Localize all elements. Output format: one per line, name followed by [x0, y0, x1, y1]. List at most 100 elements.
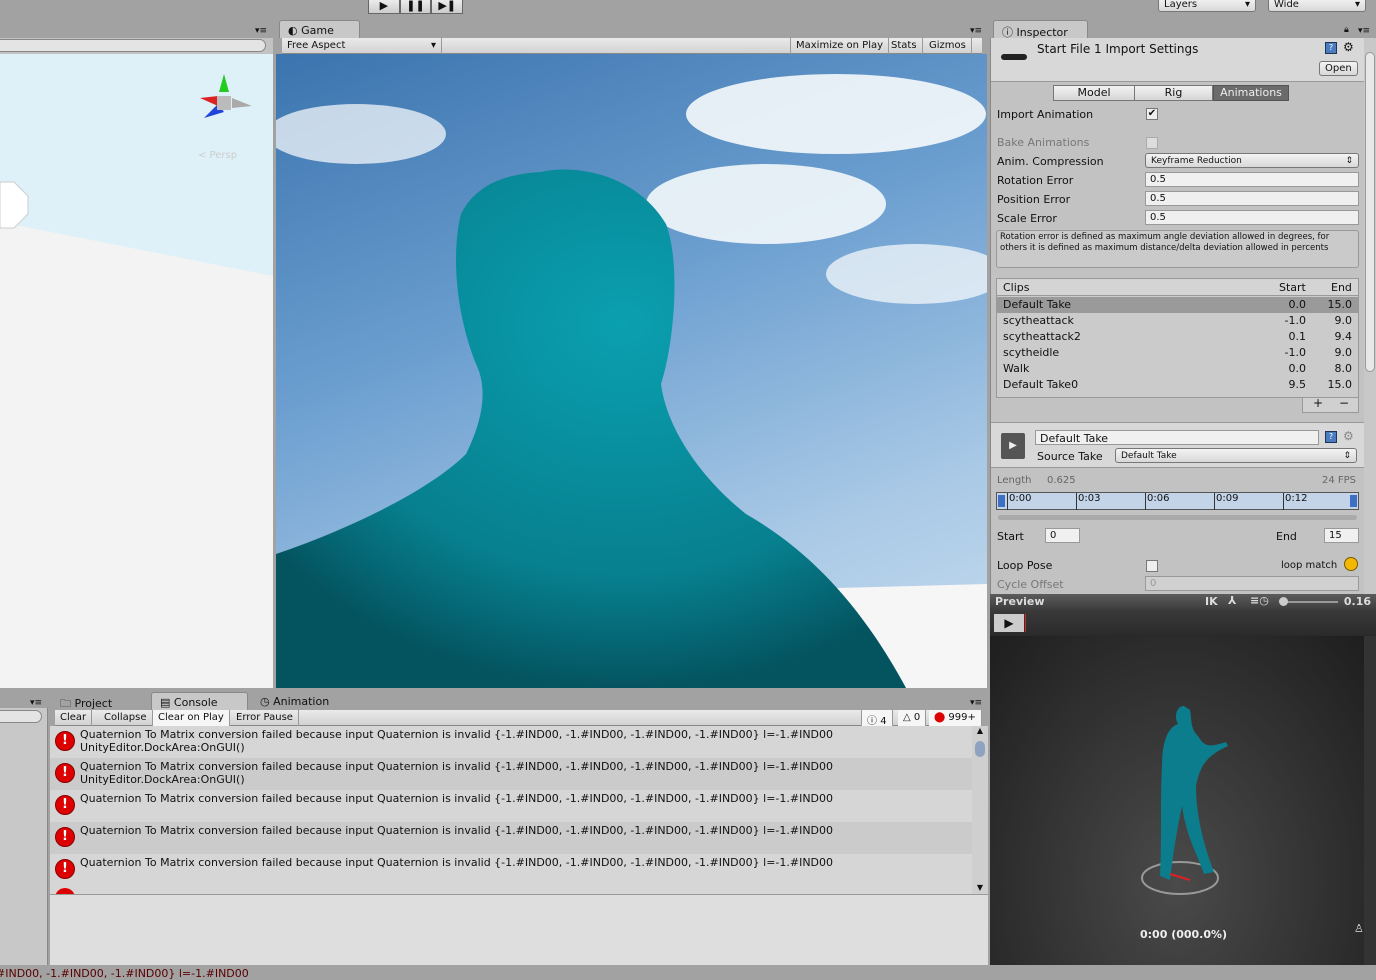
clip-name-input[interactable]: Default Take: [1035, 430, 1319, 445]
clear-on-play-button[interactable]: Clear on Play: [153, 710, 230, 726]
tab-model[interactable]: Model: [1053, 85, 1135, 101]
start-input[interactable]: 0: [1045, 528, 1080, 543]
layout-dropdown[interactable]: Wide ▾: [1268, 0, 1366, 12]
play-button[interactable]: ▶: [368, 0, 400, 14]
panel-menu-icon[interactable]: ▾≡: [255, 26, 267, 36]
scrollbar-thumb[interactable]: [1365, 52, 1375, 372]
clip-row[interactable]: Default Take 0.0 15.0: [997, 297, 1358, 313]
gear-icon[interactable]: ⚙: [1343, 429, 1354, 443]
gear-icon[interactable]: ⚙: [1343, 40, 1354, 54]
clip-row[interactable]: Walk 0.0 8.0: [997, 361, 1358, 377]
scale-error-label: Scale Error: [997, 212, 1057, 225]
clips-list: Clips Start End Default Take 0.0 15.0 scyth…: [996, 278, 1359, 398]
game-view[interactable]: [276, 54, 987, 688]
clip-end: 9.0: [1334, 314, 1353, 327]
remove-clip-button[interactable]: −: [1339, 396, 1349, 410]
log-message: Quaternion To Matrix conversion failed b…: [80, 856, 834, 869]
status-bar-message[interactable]: #IND00, -1.#IND00, -1.#IND00} l=-1.#IND0…: [0, 967, 249, 980]
speed-icon[interactable]: ≡◷: [1250, 594, 1269, 607]
log-entry[interactable]: ! Quaternion To Matrix conversion failed …: [50, 726, 972, 758]
log-entry[interactable]: ! Quaternion To Matrix conversion failed …: [50, 822, 972, 854]
speed-slider[interactable]: [1278, 597, 1338, 606]
timeline-end-marker[interactable]: [1350, 495, 1357, 507]
warning-icon: △: [903, 712, 911, 723]
log-entry[interactable]: ! Quaternion To Matrix conversion failed …: [50, 758, 972, 790]
lock-icon[interactable]: 🔒︎: [1344, 25, 1349, 35]
clip-row[interactable]: scytheidle -1.0 9.0: [997, 345, 1358, 361]
tab-inspector[interactable]: ⓘ Inspector: [993, 20, 1088, 39]
tab-animations[interactable]: Animations: [1213, 85, 1289, 101]
preview-play-button[interactable]: ▶: [994, 614, 1024, 632]
step-button[interactable]: ▶❚: [431, 0, 464, 14]
layers-dropdown[interactable]: Layers ▾: [1158, 0, 1256, 12]
preview-character: [1141, 706, 1228, 895]
console-detail-area: [50, 894, 988, 965]
scene-view[interactable]: < Persp: [0, 54, 273, 688]
bake-animations-checkbox[interactable]: [1146, 137, 1158, 149]
playhead[interactable]: [1025, 614, 1026, 632]
pause-button[interactable]: ❚❚: [399, 0, 432, 14]
preview-viewport[interactable]: 0:00 (000.0%) ♙: [990, 636, 1364, 965]
game-icon: ◐: [288, 24, 298, 37]
cycle-offset-input[interactable]: 0: [1145, 576, 1359, 591]
preview-time: 0:00 (000.0%): [1140, 928, 1228, 941]
source-take-dropdown[interactable]: Default Take ⇕: [1115, 448, 1357, 463]
warning-filter-toggle[interactable]: △ 0: [898, 710, 927, 726]
stats-button[interactable]: Stats: [886, 38, 923, 54]
clear-button[interactable]: Clear: [55, 710, 93, 726]
add-clip-button[interactable]: +: [1313, 396, 1323, 410]
anim-compression-label: Anim. Compression: [997, 155, 1104, 168]
timeline[interactable]: 0:00 0:03 0:06 0:09 0:12: [996, 492, 1359, 510]
game-toolbar: Free Aspect ▾ Maximize on Play Stats Gizm…: [282, 38, 982, 54]
panel-menu-icon[interactable]: ▾≡: [970, 26, 982, 36]
position-error-label: Position Error: [997, 193, 1071, 206]
error-filter-toggle[interactable]: ⬤ 999+: [929, 710, 982, 726]
log-message: Quaternion To Matrix conversion failed b…: [80, 824, 834, 837]
timeline-start-marker[interactable]: [998, 495, 1005, 507]
tab-rig[interactable]: Rig: [1135, 85, 1213, 101]
tab-console[interactable]: ▤ Console: [151, 692, 248, 710]
avatar-icon[interactable]: ♙: [1354, 922, 1364, 935]
panel-menu-icon[interactable]: ▾≡: [1358, 26, 1370, 36]
scene-search[interactable]: [0, 39, 266, 52]
rotation-error-input[interactable]: 0.5: [1145, 172, 1359, 187]
preview-header: Preview IK ⅄ ≡◷ 0.16: [990, 594, 1376, 610]
ik-toggle[interactable]: IK: [1205, 595, 1218, 608]
tab-game[interactable]: ◐ Game: [279, 20, 360, 38]
persp-label[interactable]: < Persp: [198, 150, 237, 161]
log-entry[interactable]: ! Quaternion To Matrix conversion failed …: [50, 854, 972, 886]
clip-row[interactable]: Default Take0 9.5 15.0: [997, 377, 1358, 393]
timeline-scrollbar[interactable]: [998, 515, 1357, 520]
clip-row[interactable]: scytheattack2 0.1 9.4: [997, 329, 1358, 345]
pivot-icon[interactable]: ⅄: [1228, 594, 1236, 607]
play-clip-icon[interactable]: ▶: [1001, 433, 1025, 459]
panel-menu-icon[interactable]: ▾≡: [970, 698, 982, 708]
tab-project[interactable]: 🗀︎ Project: [52, 692, 120, 710]
info-filter-toggle[interactable]: ⓘ 4: [861, 710, 893, 727]
position-error-input[interactable]: 0.5: [1145, 191, 1359, 206]
anim-compression-dropdown[interactable]: Keyframe Reduction ⇕: [1145, 153, 1359, 168]
panel-menu-icon[interactable]: ▾≡: [30, 698, 42, 708]
clip-row[interactable]: scytheattack -1.0 9.0: [997, 313, 1358, 329]
help-icon[interactable]: ?: [1325, 431, 1337, 443]
tab-animation[interactable]: ◷ Animation: [252, 692, 337, 710]
maximize-on-play-button[interactable]: Maximize on Play: [790, 38, 890, 54]
end-input[interactable]: 15: [1324, 528, 1359, 543]
project-left-strip: [0, 708, 48, 965]
help-icon[interactable]: ?: [1325, 42, 1337, 54]
log-entry[interactable]: ! Quaternion To Matrix conversion failed …: [50, 790, 972, 822]
aspect-dropdown[interactable]: Free Aspect ▾: [282, 38, 442, 54]
console-scrollbar[interactable]: ▲ ▼: [972, 726, 988, 894]
project-search[interactable]: [0, 710, 42, 723]
error-pause-button[interactable]: Error Pause: [231, 710, 299, 726]
dropdown-arrow-icon: ▾: [1244, 0, 1250, 10]
import-animation-checkbox[interactable]: ✔: [1146, 108, 1158, 120]
scrollbar-thumb[interactable]: [975, 741, 985, 757]
scale-error-input[interactable]: 0.5: [1145, 210, 1359, 225]
open-button[interactable]: Open: [1319, 61, 1358, 76]
clip-start: -1.0: [1284, 346, 1306, 359]
gizmos-dropdown[interactable]: Gizmos: [924, 38, 972, 54]
collapse-button[interactable]: Collapse: [99, 710, 153, 726]
loop-pose-checkbox[interactable]: [1146, 560, 1158, 572]
inspector-scrollbar[interactable]: [1364, 38, 1376, 594]
